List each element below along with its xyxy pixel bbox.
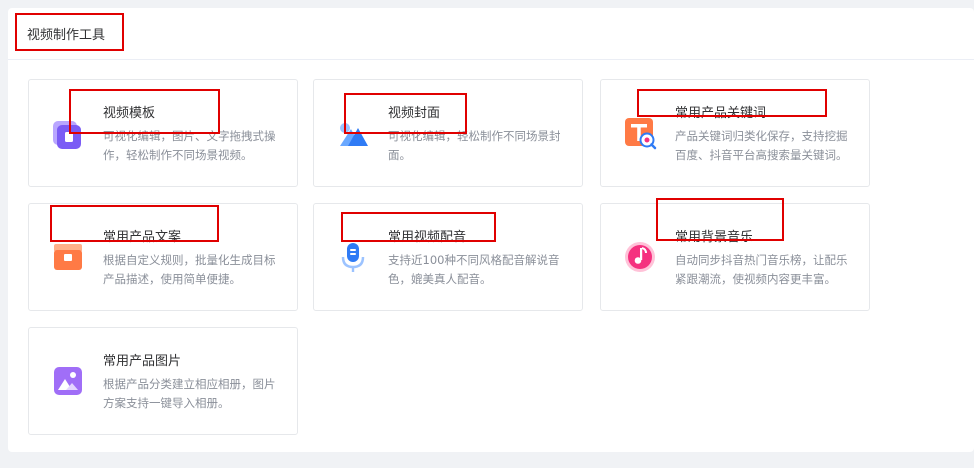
card-desc: 可视化编辑，图片、文字拖拽式操作，轻松制作不同场景视频。 (103, 129, 276, 162)
card-video-template[interactable]: 视频模板 可视化编辑，图片、文字拖拽式操作，轻松制作不同场景视频。 (28, 79, 298, 187)
music-note-icon (623, 240, 657, 274)
card-title: 常用背景音乐 (675, 230, 754, 245)
video-template-icon (51, 116, 85, 150)
image-icon (51, 364, 85, 398)
card-product-copy[interactable]: 常用产品文案 根据自定义规则，批量化生成目标产品描述，使用简单便捷。 (28, 203, 298, 311)
card-desc: 产品关键词归类化保存，支持挖掘百度、抖音平台高搜索量关键词。 (675, 129, 848, 162)
card-title: 视频封面 (388, 106, 441, 121)
card-product-keywords[interactable]: 常用产品关键词 产品关键词归类化保存，支持挖掘百度、抖音平台高搜索量关键词。 (600, 79, 870, 187)
section-title: 视频制作工具 (27, 28, 106, 43)
card-title: 常用产品文案 (103, 230, 182, 245)
product-copy-icon (51, 240, 85, 274)
card-title: 常用产品图片 (103, 354, 182, 369)
video-cover-icon (336, 116, 370, 150)
card-title: 常用视频配音 (388, 230, 467, 245)
card-desc: 自动同步抖音热门音乐榜，让配乐紧跟潮流，使视频内容更丰富。 (675, 253, 848, 286)
card-video-voiceover[interactable]: 常用视频配音 支持近100种不同风格配音解说音色，媲美真人配音。 (313, 203, 583, 311)
card-desc: 可视化编辑，轻松制作不同场景封面。 (388, 129, 561, 162)
card-product-images[interactable]: 常用产品图片 根据产品分类建立相应相册，图片方案支持一键导入相册。 (28, 327, 298, 435)
card-video-cover[interactable]: 视频封面 可视化编辑，轻松制作不同场景封面。 (313, 79, 583, 187)
card-desc: 根据产品分类建立相应相册，图片方案支持一键导入相册。 (103, 377, 276, 410)
card-desc: 支持近100种不同风格配音解说音色，媲美真人配音。 (388, 253, 560, 286)
card-background-music[interactable]: 常用背景音乐 自动同步抖音热门音乐榜，让配乐紧跟潮流，使视频内容更丰富。 (600, 203, 870, 311)
card-desc: 根据自定义规则，批量化生成目标产品描述，使用简单便捷。 (103, 253, 276, 286)
microphone-icon (336, 240, 370, 274)
panel-header: 视频制作工具 (8, 8, 974, 60)
keyword-search-icon (623, 116, 657, 150)
card-title: 常用产品关键词 (675, 106, 767, 121)
tool-panel: 视频制作工具 视频模板 可视化编辑，图片、文字拖拽式操作，轻松制作不同场景视频。… (8, 8, 974, 452)
card-title: 视频模板 (103, 106, 156, 121)
